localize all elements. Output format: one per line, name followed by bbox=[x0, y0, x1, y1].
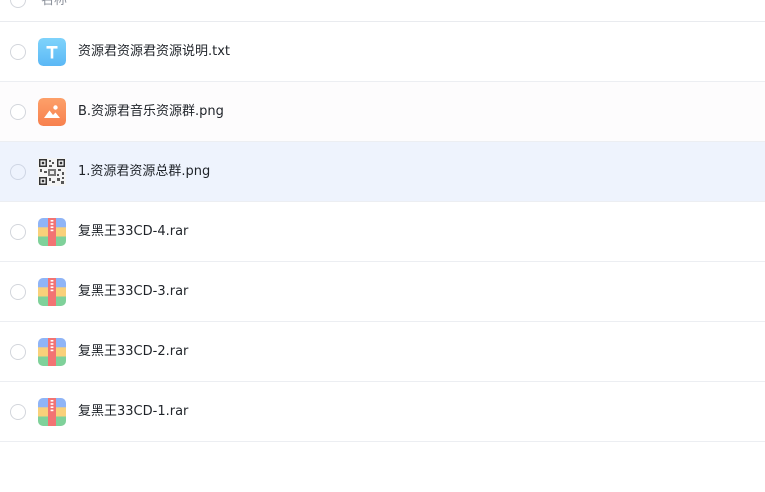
file-row[interactable]: 复黑王33CD-4.rar bbox=[0, 202, 765, 262]
row-checkbox[interactable] bbox=[10, 164, 26, 180]
file-name[interactable]: 复黑王33CD-3.rar bbox=[78, 282, 188, 302]
row-checkbox[interactable] bbox=[10, 104, 26, 120]
archive-file-icon bbox=[38, 338, 66, 366]
file-name[interactable]: 资源君资源君资源说明.txt bbox=[78, 42, 230, 62]
image-file-icon bbox=[38, 98, 66, 126]
row-checkbox[interactable] bbox=[10, 344, 26, 360]
file-row[interactable]: 资源君资源君资源说明.txt bbox=[0, 22, 765, 82]
file-row-selected[interactable]: 1.资源君资源总群.png bbox=[0, 142, 765, 202]
file-row[interactable]: B.资源君音乐资源群.png bbox=[0, 82, 765, 142]
file-row[interactable]: 复黑王33CD-1.rar bbox=[0, 382, 765, 442]
name-column-header[interactable]: 名称 bbox=[41, 0, 67, 11]
select-all-checkbox[interactable] bbox=[10, 0, 26, 8]
file-row[interactable]: 复黑王33CD-3.rar bbox=[0, 262, 765, 322]
file-name[interactable]: B.资源君音乐资源群.png bbox=[78, 102, 224, 122]
qr-code-thumbnail-icon bbox=[38, 158, 66, 186]
file-name[interactable]: 复黑王33CD-4.rar bbox=[78, 222, 188, 242]
file-name[interactable]: 复黑王33CD-1.rar bbox=[78, 402, 188, 422]
file-list-header: 名称 bbox=[0, 0, 765, 22]
file-row[interactable]: 复黑王33CD-2.rar bbox=[0, 322, 765, 382]
file-name[interactable]: 1.资源君资源总群.png bbox=[78, 162, 210, 182]
row-checkbox[interactable] bbox=[10, 224, 26, 240]
row-checkbox[interactable] bbox=[10, 44, 26, 60]
file-list: 资源君资源君资源说明.txt B.资源君音乐资源群.png 1.资源君资源总群.… bbox=[0, 22, 765, 442]
file-name[interactable]: 复黑王33CD-2.rar bbox=[78, 342, 188, 362]
archive-file-icon bbox=[38, 218, 66, 246]
archive-file-icon bbox=[38, 278, 66, 306]
row-checkbox[interactable] bbox=[10, 404, 26, 420]
row-checkbox[interactable] bbox=[10, 284, 26, 300]
txt-file-icon bbox=[38, 38, 66, 66]
archive-file-icon bbox=[38, 398, 66, 426]
